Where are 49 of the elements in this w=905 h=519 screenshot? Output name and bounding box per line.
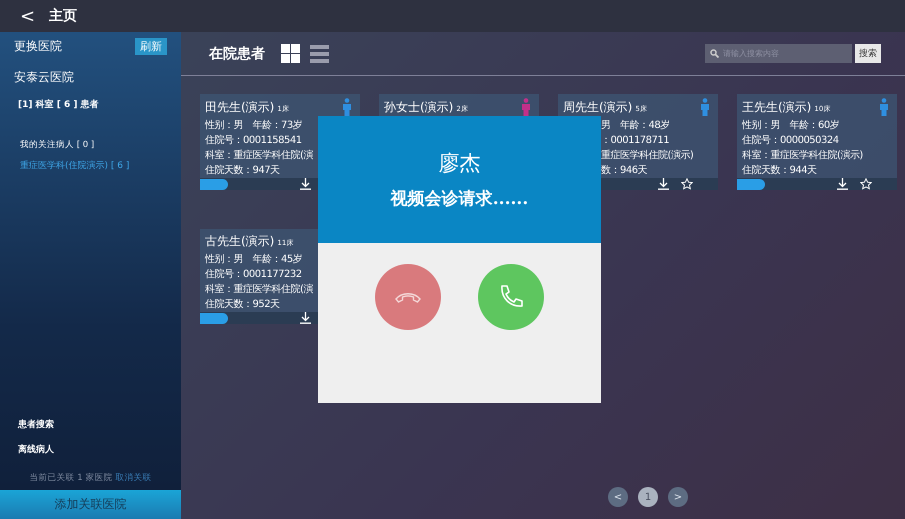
department-item[interactable]: 重症医学科(住院演示) [ 6 ] [14, 159, 167, 172]
page-title: 主页 [49, 7, 78, 25]
star-icon[interactable] [860, 178, 872, 190]
patient-name: 王先生(演示) [742, 99, 812, 116]
star-icon[interactable] [681, 178, 693, 190]
hang-up-phone-icon [394, 291, 421, 303]
search-button[interactable]: 搜索 [855, 44, 881, 63]
linked-count-text: 当前已关联 1 家医院 [30, 472, 112, 484]
patient-name: 田先生(演示) [205, 99, 274, 116]
hospital-name: 安泰云医院 [14, 69, 75, 86]
call-message: 视频会诊请求...... [390, 188, 528, 210]
download-icon[interactable] [300, 178, 311, 190]
patient-info-text: 性别：男 年龄：73岁 [205, 118, 302, 133]
patient-info-text: 住院天数：947天 [205, 164, 280, 178]
list-view-icon[interactable] [310, 44, 329, 63]
download-icon[interactable] [300, 312, 311, 324]
patient-info-text: 住院天数：944天 [742, 164, 817, 178]
change-hospital-label[interactable]: 更换医院 [14, 38, 62, 55]
caller-name: 廖杰 [438, 150, 480, 177]
download-icon[interactable] [837, 178, 848, 190]
patient-name: 古先生(演示) [205, 233, 274, 250]
patient-name: 孙女士(演示) [384, 99, 454, 116]
section-title: 在院患者 [209, 44, 265, 62]
summary-text: [1] 科室 [ 6 ] 患者 [17, 98, 100, 111]
patient-info-text: 住院号：0001158541 [205, 134, 302, 148]
patient-info-text: 重症医学科住院(演示) [601, 148, 694, 163]
patient-info-text: 住院号：0000050324 [742, 134, 839, 148]
previous-page-button[interactable]: < [608, 487, 628, 507]
sidebar-item[interactable]: 离线病人 [14, 443, 167, 456]
sidebar-item[interactable]: 患者搜索 [14, 418, 167, 431]
unlink-link[interactable]: 取消关联 [115, 472, 152, 484]
patient-info-text: 性别：男 年龄：60岁 [742, 118, 840, 133]
patient-info-text: 科室：重症医学科住院(演 [205, 282, 313, 297]
patient-info-text: 男 年龄：48岁 [601, 118, 670, 133]
patient-info-text: 住院号：0001177232 [205, 268, 302, 282]
next-page-button[interactable]: > [668, 487, 688, 507]
patient-info-text: 性别：男 年龄：45岁 [205, 252, 302, 267]
followed-patients-item[interactable]: 我的关注病人 [ 0 ] [14, 139, 167, 151]
patient-info-text: 科室：重症医学科住院(演 [205, 148, 313, 163]
patient-info-text: ：0001178711 [601, 134, 670, 148]
page-button[interactable]: 1 [638, 487, 658, 507]
grid-view-icon[interactable] [281, 44, 300, 63]
back-button[interactable]: < [18, 6, 38, 26]
patient-info-text: 住院天数：952天 [205, 298, 280, 312]
patient-name: 周先生(演示) [563, 99, 632, 116]
patient-info-text: 数：946天 [601, 164, 648, 178]
download-icon[interactable] [658, 178, 669, 190]
search-icon [710, 49, 719, 58]
patient-info-text: 科室：重症医学科住院(演示) [742, 148, 863, 163]
